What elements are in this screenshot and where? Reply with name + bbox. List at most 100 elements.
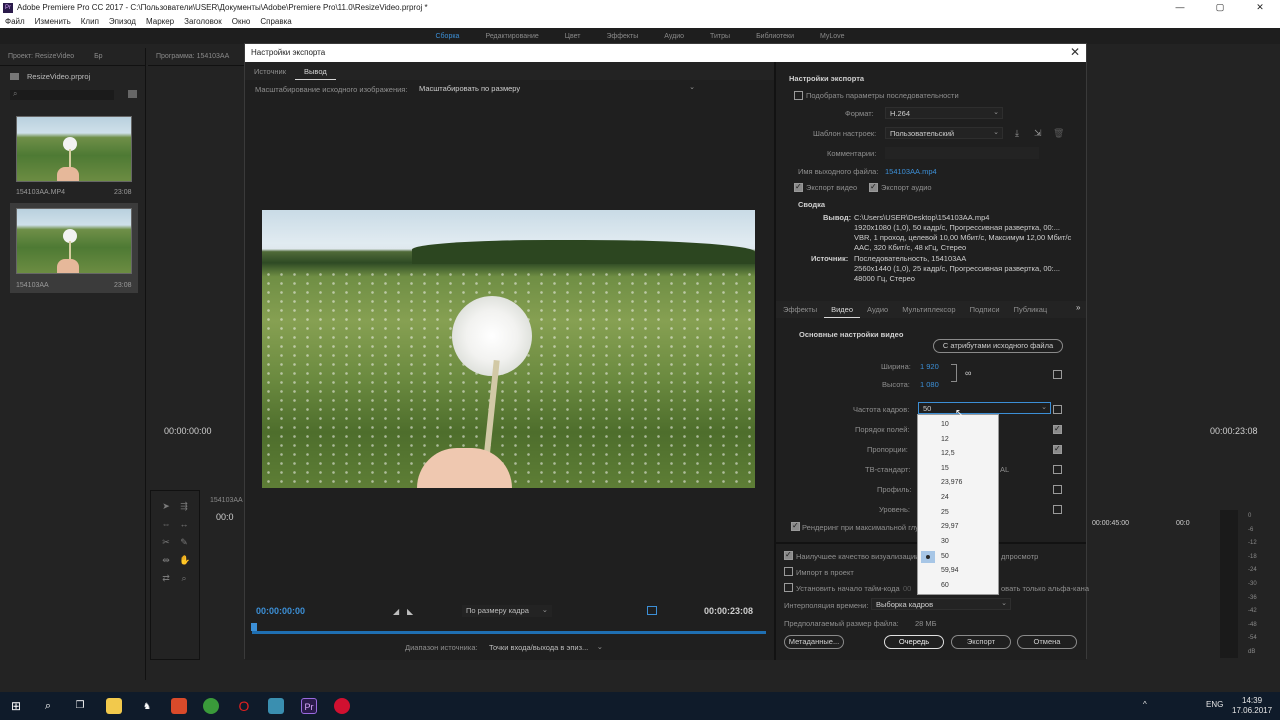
tab-effects[interactable]: Эффекты bbox=[776, 301, 824, 318]
format-dropdown[interactable]: H.264 ⌄ bbox=[885, 107, 1003, 119]
workspace-color[interactable]: Цвет bbox=[565, 33, 581, 40]
selection-tool-icon[interactable]: ➤ bbox=[161, 501, 171, 511]
fps-option[interactable]: 23,976 bbox=[918, 476, 998, 490]
delete-preset-icon[interactable]: 🗑 bbox=[1053, 128, 1064, 139]
link-icon[interactable]: ∞ bbox=[965, 368, 971, 378]
fps-option[interactable]: 24 bbox=[918, 491, 998, 505]
match-sequence-checkbox[interactable] bbox=[794, 91, 803, 100]
size-override-checkbox[interactable] bbox=[1053, 370, 1062, 379]
menu-window[interactable]: Окно bbox=[232, 17, 251, 26]
task-view-icon[interactable]: ❐ bbox=[72, 698, 88, 714]
menu-sequence[interactable]: Эпизод bbox=[109, 17, 136, 26]
minimize-button[interactable]: — bbox=[1160, 0, 1200, 15]
fps-option[interactable]: 15 bbox=[918, 462, 998, 476]
clip-thumbnail-2[interactable] bbox=[16, 208, 132, 274]
interpolation-dropdown[interactable]: Выборка кадров ⌄ bbox=[871, 598, 1011, 610]
file-explorer-icon[interactable] bbox=[106, 698, 122, 714]
source-range-dropdown[interactable]: Точки входа/выхода в эпиз... ⌄ bbox=[485, 642, 607, 654]
cat-app-icon[interactable]: ♞ bbox=[139, 698, 155, 714]
project-search-input[interactable]: ⌕ bbox=[10, 89, 114, 100]
menu-clip[interactable]: Клип bbox=[81, 17, 99, 26]
premiere-taskbar-icon[interactable]: Pr bbox=[301, 698, 317, 714]
height-value[interactable]: 1 080 bbox=[920, 380, 939, 389]
new-bin-icon[interactable] bbox=[128, 90, 137, 98]
ripple-edit-tool-icon[interactable]: ⇔ bbox=[161, 519, 171, 529]
export-button[interactable]: Экспорт bbox=[951, 635, 1011, 649]
fps-option[interactable]: 10 bbox=[918, 418, 998, 432]
output-name-link[interactable]: 154103AA.mp4 bbox=[885, 167, 937, 176]
export-video-checkbox[interactable] bbox=[794, 182, 803, 192]
workspace-libraries[interactable]: Библиотеки bbox=[756, 33, 794, 40]
preset-dropdown[interactable]: Пользовательский ⌄ bbox=[885, 127, 1003, 139]
workspace-audio[interactable]: Аудио bbox=[664, 33, 684, 40]
fps-dropdown[interactable]: 50 ⌄ bbox=[918, 402, 1051, 414]
close-window-button[interactable]: ✕ bbox=[1240, 0, 1280, 15]
import-preset-icon[interactable]: ⇲ bbox=[1034, 128, 1042, 139]
maximize-button[interactable]: ▢ bbox=[1200, 0, 1240, 15]
tab-captions[interactable]: Подписи bbox=[963, 301, 1007, 318]
profile-checkbox[interactable] bbox=[1053, 485, 1062, 494]
track-select-tool-icon[interactable]: ⇶ bbox=[179, 501, 189, 511]
width-value[interactable]: 1 920 bbox=[920, 362, 939, 371]
tv-standard-checkbox[interactable] bbox=[1053, 465, 1062, 474]
app-icon-red[interactable] bbox=[171, 698, 187, 714]
export-audio-checkbox[interactable] bbox=[869, 182, 878, 192]
queue-button[interactable]: Очередь bbox=[884, 635, 944, 649]
project-tab[interactable]: Проект: ResizeVideo bbox=[8, 53, 74, 60]
pen-tool-icon[interactable]: ✎ bbox=[179, 537, 189, 547]
start-icon[interactable]: ⊞ bbox=[8, 698, 24, 714]
slip-tool-icon[interactable]: ⇹ bbox=[161, 555, 171, 565]
menu-help[interactable]: Справка bbox=[260, 17, 291, 26]
menu-title[interactable]: Заголовок bbox=[184, 17, 222, 26]
set-out-point-icon[interactable]: ◣ bbox=[407, 607, 413, 616]
more-tabs-icon[interactable]: » bbox=[1076, 303, 1080, 312]
timeline-tab[interactable]: 154103AA bbox=[210, 495, 243, 504]
hand-tool-icon[interactable]: ✋ bbox=[179, 555, 190, 565]
menu-file[interactable]: Файл bbox=[5, 17, 25, 26]
app-icon-blue[interactable] bbox=[268, 698, 284, 714]
source-range-bar[interactable] bbox=[252, 631, 766, 634]
fps-option[interactable]: 30 bbox=[918, 535, 998, 549]
max-quality-checkbox[interactable] bbox=[784, 550, 793, 560]
workspace-assembly[interactable]: Сборка bbox=[435, 33, 459, 40]
tray-arrow-icon[interactable]: ^ bbox=[1143, 700, 1147, 709]
workspace-mylove[interactable]: MyLove bbox=[820, 33, 845, 40]
dialog-close-icon[interactable]: ✕ bbox=[1070, 45, 1080, 59]
import-project-checkbox[interactable] bbox=[784, 567, 793, 576]
level-checkbox[interactable] bbox=[1053, 505, 1062, 514]
tab-output[interactable]: Вывод bbox=[295, 62, 336, 80]
razor-tool-icon[interactable]: ✂ bbox=[161, 537, 171, 547]
fps-override-checkbox[interactable] bbox=[1053, 405, 1062, 414]
browser-tab[interactable]: Бр bbox=[94, 53, 103, 60]
fps-option[interactable]: 12,5 bbox=[918, 447, 998, 461]
fps-option-selected[interactable]: 50 bbox=[918, 550, 998, 564]
aspect-toggle-icon[interactable] bbox=[647, 606, 657, 615]
fps-option[interactable]: 29,97 bbox=[918, 520, 998, 534]
tab-multiplexer[interactable]: Мультиплексор bbox=[895, 301, 962, 318]
menu-edit[interactable]: Изменить bbox=[35, 17, 71, 26]
clock-date[interactable]: 17.06.2017 bbox=[1232, 706, 1272, 715]
fps-option[interactable]: 12 bbox=[918, 433, 998, 447]
workspace-titles[interactable]: Титры bbox=[710, 33, 730, 40]
fps-option[interactable]: 59,94 bbox=[918, 564, 998, 578]
set-timecode-checkbox[interactable] bbox=[784, 583, 793, 592]
tab-source[interactable]: Источник bbox=[245, 62, 295, 80]
program-tab[interactable]: Программа: 154103AA bbox=[148, 48, 248, 66]
tab-publish[interactable]: Публикац bbox=[1007, 301, 1055, 318]
render-max-depth-checkbox[interactable] bbox=[791, 521, 800, 531]
match-source-button[interactable]: С атрибутами исходного файла bbox=[933, 339, 1063, 353]
fps-option[interactable]: 60 bbox=[918, 579, 998, 593]
tab-video[interactable]: Видео bbox=[824, 301, 861, 318]
menu-marker[interactable]: Маркер bbox=[146, 17, 174, 26]
fit-dropdown[interactable]: По размеру кадра ⌄ bbox=[462, 605, 552, 617]
field-order-checkbox[interactable] bbox=[1053, 424, 1062, 434]
in-timecode[interactable]: 00:00:00:00 bbox=[256, 606, 305, 616]
aspect-checkbox[interactable] bbox=[1053, 444, 1062, 454]
zoom-tool-icon[interactable]: ⌕ bbox=[179, 573, 189, 583]
language-indicator[interactable]: ENG bbox=[1206, 700, 1223, 709]
playhead-handle[interactable] bbox=[251, 623, 257, 631]
opera-icon[interactable]: O bbox=[236, 698, 252, 714]
metadata-button[interactable]: Метаданные... bbox=[784, 635, 844, 649]
fps-option[interactable]: 25 bbox=[918, 506, 998, 520]
set-in-point-icon[interactable]: ◢ bbox=[393, 607, 399, 616]
